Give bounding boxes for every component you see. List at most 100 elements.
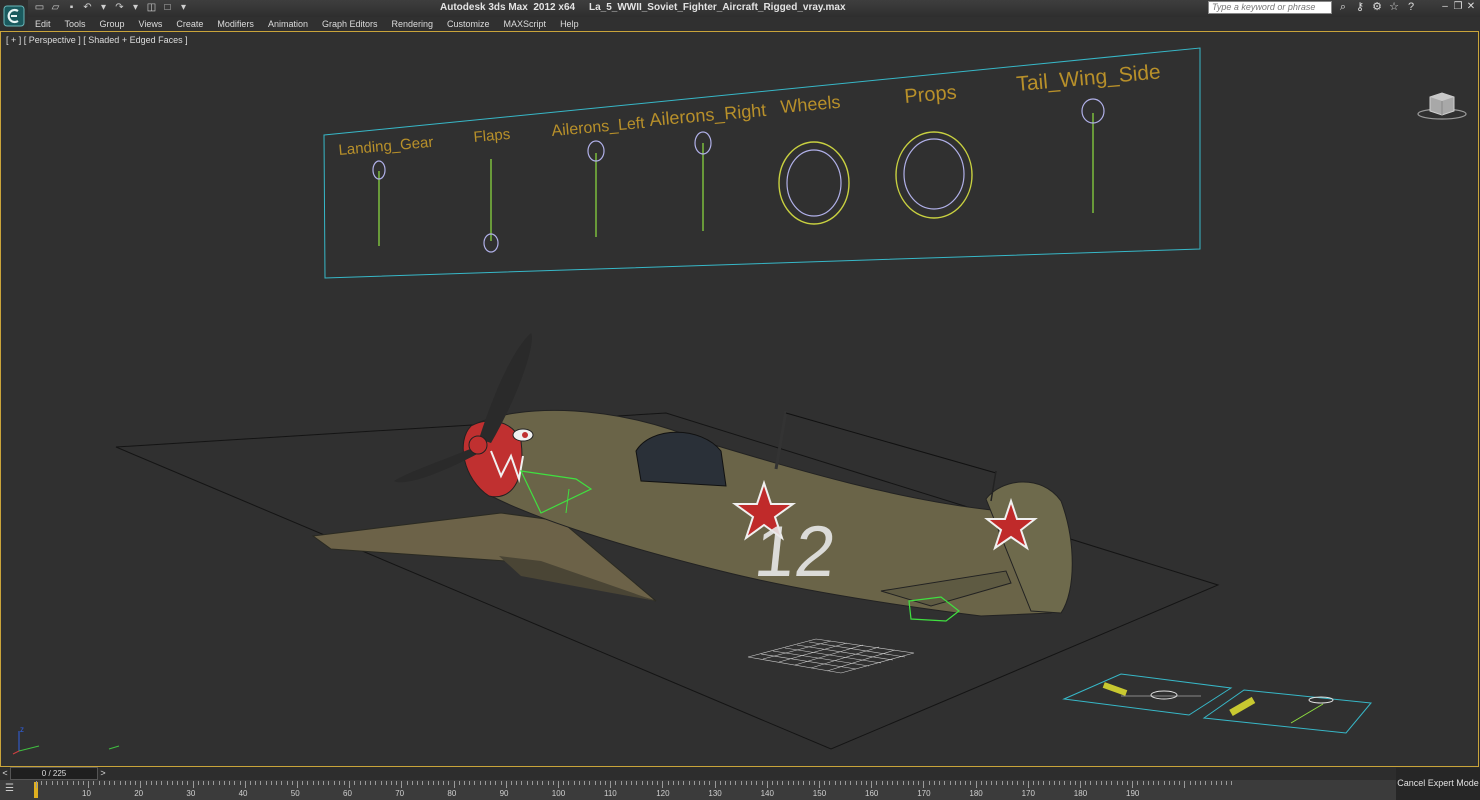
trackbar-tick bbox=[250, 781, 252, 785]
trackbar-tick bbox=[511, 781, 513, 785]
redo-dropdown-icon[interactable]: ▾ bbox=[130, 2, 141, 13]
cancel-expert-mode-button[interactable]: Cancel Expert Mode bbox=[1396, 768, 1480, 800]
menu-views[interactable]: Views bbox=[132, 17, 170, 31]
trackbar-tick bbox=[505, 781, 507, 788]
control-label-props: Props bbox=[904, 82, 958, 108]
menu-edit[interactable]: Edit bbox=[28, 17, 58, 31]
menu-rendering[interactable]: Rendering bbox=[385, 17, 441, 31]
control-label-tail-wing-side: Tail_Wing_Side bbox=[1015, 60, 1161, 96]
hold-icon[interactable]: ◫ bbox=[146, 2, 157, 13]
trackbar-tick bbox=[912, 781, 914, 785]
props-dial-handle[interactable] bbox=[895, 131, 973, 219]
help-icon[interactable]: ? bbox=[1405, 1, 1417, 14]
key-icon[interactable]: ⚷ bbox=[1354, 1, 1366, 14]
trackbar-tick bbox=[1017, 781, 1019, 785]
trackbar-tick bbox=[213, 781, 215, 785]
trackbar-tick bbox=[380, 781, 382, 785]
search-input[interactable]: Type a keyword or phrase bbox=[1208, 1, 1332, 14]
trackbar-tick bbox=[1158, 781, 1160, 785]
time-slider-thumb[interactable]: 0 / 225 bbox=[10, 767, 98, 780]
customize-dropdown-icon[interactable]: ▾ bbox=[178, 2, 189, 13]
trackbar-tick bbox=[526, 781, 528, 785]
small-control-panels[interactable] bbox=[1062, 673, 1372, 734]
trackbar-tick bbox=[390, 781, 392, 785]
trackbar-tick bbox=[62, 781, 64, 785]
minimize-icon[interactable]: – bbox=[1440, 1, 1450, 13]
trackbar-tick bbox=[1111, 781, 1113, 785]
trackbar-tick bbox=[1027, 781, 1029, 788]
save-icon[interactable]: ▪ bbox=[66, 2, 77, 13]
trackbar-tick bbox=[343, 781, 345, 785]
menu-maxscript[interactable]: MAXScript bbox=[497, 17, 554, 31]
trackbar-tick bbox=[140, 781, 142, 788]
trackbar-tick bbox=[751, 781, 753, 785]
mini-curve-editor-icon[interactable]: ☰ bbox=[5, 783, 19, 795]
undo-icon[interactable]: ↶ bbox=[82, 2, 93, 13]
undo-dropdown-icon[interactable]: ▾ bbox=[98, 2, 109, 13]
app-logo-button[interactable] bbox=[0, 0, 28, 31]
viewcube-icon[interactable] bbox=[1416, 89, 1468, 121]
trackbar-tick bbox=[897, 781, 899, 785]
trackbar-tick bbox=[270, 781, 272, 785]
trackbar-tick bbox=[187, 781, 189, 785]
trackbar-tick bbox=[500, 781, 502, 785]
trackbar-tick bbox=[620, 781, 622, 785]
trackbar-tick bbox=[657, 781, 659, 785]
trackbar-tick bbox=[725, 781, 727, 785]
quick-access-toolbar: ▭ ▱ ▪ ↶ ▾ ↷ ▾ ◫ □ ▾ bbox=[34, 2, 189, 15]
trackbar-tick bbox=[36, 781, 37, 788]
menu-group[interactable]: Group bbox=[93, 17, 132, 31]
redo-icon[interactable]: ↷ bbox=[114, 2, 125, 13]
trackbar-tick bbox=[396, 781, 398, 785]
trackbar-tick bbox=[490, 781, 492, 785]
trackbar-tick bbox=[1163, 781, 1165, 785]
trackbar-tick bbox=[1012, 781, 1014, 785]
time-slider[interactable]: < 0 / 225 > bbox=[0, 767, 108, 780]
trackbar-tick bbox=[1126, 781, 1128, 785]
new-file-icon[interactable]: ▭ bbox=[34, 2, 45, 13]
binoculars-icon[interactable]: ⌕ bbox=[1337, 1, 1349, 14]
trackbar-tick bbox=[777, 781, 779, 785]
subscription-icon[interactable]: ⚙ bbox=[1371, 1, 1383, 14]
trackbar-tick bbox=[615, 781, 617, 785]
restore-icon[interactable]: ❐ bbox=[1453, 1, 1463, 13]
close-icon[interactable]: ✕ bbox=[1466, 1, 1476, 13]
perspective-viewport[interactable]: [ + ] [ Perspective ] [ Shaded + Edged F… bbox=[0, 31, 1479, 767]
trackbar-tick bbox=[839, 781, 841, 785]
axis-gizmo: z bbox=[12, 725, 120, 755]
menu-tools[interactable]: Tools bbox=[58, 17, 93, 31]
trackbar-tick bbox=[359, 781, 361, 785]
menu-create[interactable]: Create bbox=[169, 17, 210, 31]
trackbar-tick bbox=[855, 781, 857, 785]
favorites-star-icon[interactable]: ☆ bbox=[1388, 1, 1400, 14]
trackbar-tick bbox=[719, 781, 721, 785]
trackbar-tick bbox=[197, 781, 199, 785]
project-folder-icon[interactable]: □ bbox=[162, 2, 173, 13]
trackbar-tick-label: 40 bbox=[238, 789, 248, 798]
trackbar-tick bbox=[714, 781, 716, 788]
open-file-icon[interactable]: ▱ bbox=[50, 2, 61, 13]
time-slider-row bbox=[0, 767, 1396, 780]
ground-grid-helper[interactable] bbox=[747, 638, 915, 674]
menu-graph-editors[interactable]: Graph Editors bbox=[315, 17, 385, 31]
menu-customize[interactable]: Customize bbox=[440, 17, 497, 31]
prev-frame-button[interactable]: < bbox=[0, 767, 10, 779]
trackbar-tick bbox=[82, 781, 84, 785]
trackbar-tick bbox=[954, 781, 956, 785]
trackbar-tick bbox=[98, 781, 100, 785]
trackbar-tick bbox=[208, 781, 210, 785]
trackbar-tick bbox=[813, 781, 815, 785]
trackbar-tick-label: 170 bbox=[1021, 789, 1035, 798]
wheels-dial-handle[interactable] bbox=[778, 141, 850, 225]
scene-canvas: Landing_Gear Flaps Ailerons_Left Aileron… bbox=[12, 47, 1372, 755]
menu-modifiers[interactable]: Modifiers bbox=[210, 17, 261, 31]
trackbar-tick bbox=[683, 781, 685, 785]
trackbar-tick bbox=[427, 781, 429, 785]
trackbar-tick bbox=[860, 781, 862, 785]
menu-help[interactable]: Help bbox=[553, 17, 586, 31]
menu-animation[interactable]: Animation bbox=[261, 17, 315, 31]
trackbar-tick bbox=[458, 781, 460, 785]
next-frame-button[interactable]: > bbox=[98, 767, 108, 779]
trackbar-tick bbox=[41, 781, 43, 785]
trackbar-tick bbox=[176, 781, 178, 785]
